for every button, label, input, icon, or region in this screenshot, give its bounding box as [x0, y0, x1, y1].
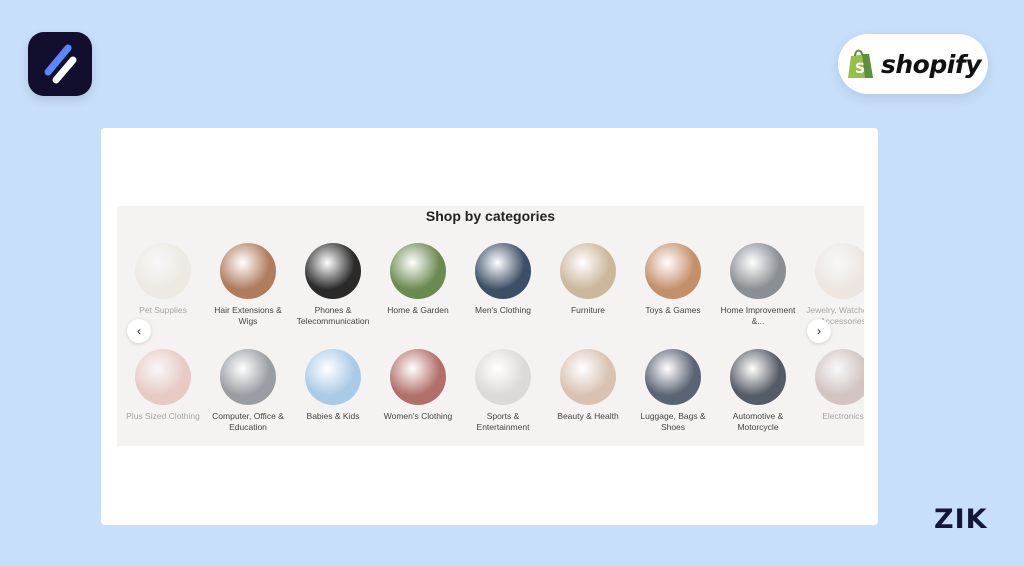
section-title: Shop by categories: [425, 208, 556, 224]
prev-arrow-button[interactable]: ‹: [127, 319, 151, 343]
category-item[interactable]: Pet Supplies: [121, 243, 205, 316]
category-image: [390, 243, 446, 299]
next-arrow-button[interactable]: ›: [807, 319, 831, 343]
category-label: Automotive & Motorcycle: [732, 411, 784, 432]
category-image: [305, 243, 361, 299]
svg-text:S: S: [855, 61, 865, 77]
category-label: Computer, Office & Education: [212, 411, 284, 432]
category-image: [815, 349, 864, 405]
category-image: [730, 243, 786, 299]
category-item[interactable]: Automotive & Motorcycle: [716, 349, 800, 432]
category-item[interactable]: Hair Extensions & Wigs: [206, 243, 290, 326]
category-item[interactable]: Home Improvement &...: [716, 243, 800, 326]
category-image: [560, 349, 616, 405]
background-frame: S shopify Shop by categories Pet Supplie…: [0, 0, 1024, 566]
category-label: Electronics: [822, 411, 864, 421]
category-label: Furniture: [570, 305, 605, 315]
category-item[interactable]: Jewelry, Watches & Accessories: [801, 243, 864, 326]
category-label: Home & Garden: [387, 305, 449, 315]
zik-watermark: ZIK: [934, 504, 988, 535]
chevron-right-icon: ›: [817, 324, 821, 338]
category-label: Women's Clothing: [383, 411, 453, 421]
category-image: [730, 349, 786, 405]
category-label: Men's Clothing: [475, 305, 531, 315]
app-logo-icon: [44, 44, 77, 84]
category-item[interactable]: Toys & Games: [631, 243, 715, 316]
category-image: [220, 243, 276, 299]
category-label: Plus Sized Clothing: [126, 411, 200, 421]
chevron-left-icon: ‹: [137, 324, 141, 338]
category-image: [135, 349, 191, 405]
category-label: Hair Extensions & Wigs: [214, 305, 282, 326]
category-item[interactable]: Computer, Office & Education: [206, 349, 290, 432]
category-image: [645, 349, 701, 405]
category-item[interactable]: Electronics: [801, 349, 864, 422]
categories-panel: Shop by categories Pet Supplies Hair Exte…: [117, 206, 864, 446]
category-label: Sports & Entertainment: [476, 411, 530, 432]
category-item[interactable]: Luggage, Bags & Shoes: [631, 349, 715, 432]
category-item[interactable]: Men's Clothing: [461, 243, 545, 316]
shopify-wordmark: shopify: [881, 49, 982, 79]
category-label: Home Improvement &...: [720, 305, 796, 326]
category-item[interactable]: Home & Garden: [376, 243, 460, 316]
category-label: Beauty & Health: [557, 411, 619, 421]
category-image: [645, 243, 701, 299]
shopify-badge: S shopify: [838, 34, 988, 94]
category-label: Toys & Games: [645, 305, 701, 315]
category-item[interactable]: Phones & Telecommunication: [291, 243, 375, 326]
category-item[interactable]: Women's Clothing: [376, 349, 460, 422]
category-label: Phones & Telecommunication: [296, 305, 370, 326]
category-item[interactable]: Plus Sized Clothing: [121, 349, 205, 422]
app-logo: [28, 32, 92, 96]
category-image: [305, 349, 361, 405]
shopify-bag-icon: S: [848, 49, 873, 78]
category-image: [815, 243, 864, 299]
category-item[interactable]: Sports & Entertainment: [461, 349, 545, 432]
category-item[interactable]: Beauty & Health: [546, 349, 630, 422]
category-label: Babies & Kids: [306, 411, 360, 421]
content-card: Shop by categories Pet Supplies Hair Exte…: [101, 128, 878, 525]
category-label: Luggage, Bags & Shoes: [640, 411, 706, 432]
category-item[interactable]: Babies & Kids: [291, 349, 375, 422]
category-image: [220, 349, 276, 405]
category-image: [475, 243, 531, 299]
category-image: [560, 243, 616, 299]
category-image: [135, 243, 191, 299]
category-image: [475, 349, 531, 405]
category-image: [390, 349, 446, 405]
category-label: Pet Supplies: [139, 305, 187, 315]
category-item[interactable]: Furniture: [546, 243, 630, 316]
